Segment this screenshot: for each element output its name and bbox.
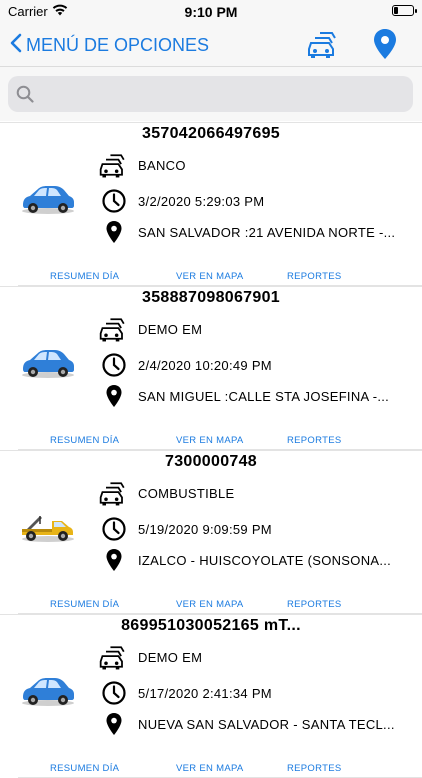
daily-summary-link[interactable]: RESUMEN DÍA bbox=[50, 435, 119, 446]
location-row: SAN SALVADOR :21 AVENIDA NORTE -... bbox=[98, 216, 395, 248]
view-on-map-link[interactable]: VER EN MAPA bbox=[176, 763, 244, 774]
reports-link[interactable]: REPORTES bbox=[287, 435, 342, 446]
location-address: IZALCO - HUISCOYOLATE (SONSONA... bbox=[138, 552, 392, 568]
datetime-row: 5/17/2020 2:41:34 PM bbox=[98, 677, 272, 709]
item-actions: RESUMEN DÍA VER EN MAPA REPORTES bbox=[0, 435, 422, 449]
location-address: SAN MIGUEL :CALLE STA JOSEFINA -... bbox=[138, 388, 390, 404]
vehicle-image bbox=[20, 673, 76, 707]
item-actions: RESUMEN DÍA VER EN MAPA REPORTES bbox=[0, 763, 422, 777]
navigation-bar: MENÚ DE OPCIONES bbox=[0, 24, 422, 67]
clock-icon bbox=[98, 349, 130, 381]
vehicle-list-item[interactable]: 7300000748 COMBUSTIBLE 5/19/2020 9:09:59… bbox=[0, 450, 422, 614]
vehicle-id: 357042066497695 bbox=[142, 125, 280, 142]
clock-icon bbox=[98, 185, 130, 217]
group-row: BANCO bbox=[98, 149, 186, 181]
vehicle-image bbox=[20, 345, 76, 379]
vehicle-id: 7300000748 bbox=[165, 453, 257, 470]
search-icon bbox=[16, 85, 34, 108]
location-pin-icon bbox=[98, 380, 130, 412]
vehicle-image bbox=[20, 181, 76, 215]
back-button-label: MENÚ DE OPCIONES bbox=[26, 34, 210, 55]
item-actions: RESUMEN DÍA VER EN MAPA REPORTES bbox=[0, 271, 422, 285]
status-bar: Carrier 9:10 PM bbox=[0, 0, 422, 24]
group-row: DEMO EM bbox=[98, 313, 202, 345]
group-row: COMBUSTIBLE bbox=[98, 477, 234, 509]
tow-truck-image bbox=[20, 509, 76, 543]
location-address: SAN SALVADOR :21 AVENIDA NORTE -... bbox=[138, 224, 396, 240]
fleet-icon[interactable] bbox=[306, 29, 342, 59]
fleet-icon bbox=[98, 477, 130, 509]
view-on-map-link[interactable]: VER EN MAPA bbox=[176, 599, 244, 610]
vehicle-id: 869951030052165 mT... bbox=[121, 617, 301, 634]
vehicle-list-item[interactable]: 358887098067901 DEMO EM 2/4/2020 10:20:4… bbox=[0, 286, 422, 450]
search-bar bbox=[0, 67, 422, 121]
vehicle-list-item[interactable]: 869951030052165 mT... DEMO EM 5/17/2020 … bbox=[0, 614, 422, 778]
daily-summary-link[interactable]: RESUMEN DÍA bbox=[50, 271, 119, 282]
location-pin-icon bbox=[98, 708, 130, 740]
back-button[interactable]: MENÚ DE OPCIONES bbox=[10, 31, 209, 59]
reports-link[interactable]: REPORTES bbox=[287, 599, 342, 610]
reports-link[interactable]: REPORTES bbox=[287, 271, 342, 282]
clock-icon bbox=[98, 677, 130, 709]
search-field[interactable] bbox=[8, 76, 413, 114]
location-pin-icon bbox=[98, 544, 130, 576]
fleet-icon bbox=[98, 641, 130, 673]
last-report-datetime: 2/4/2020 10:20:49 PM bbox=[138, 357, 272, 373]
datetime-row: 5/19/2020 9:09:59 PM bbox=[98, 513, 272, 545]
chevron-left-icon bbox=[10, 33, 22, 58]
vehicle-list: 357042066497695 BANCO 3/2/2020 5:29:03 P… bbox=[0, 122, 422, 778]
fleet-icon bbox=[98, 313, 130, 345]
last-report-datetime: 5/17/2020 2:41:34 PM bbox=[138, 685, 272, 701]
item-actions: RESUMEN DÍA VER EN MAPA REPORTES bbox=[0, 599, 422, 613]
location-row: NUEVA SAN SALVADOR - SANTA TECL... bbox=[98, 708, 395, 740]
clock-icon bbox=[98, 513, 130, 545]
reports-link[interactable]: REPORTES bbox=[287, 763, 342, 774]
clock-time: 9:10 PM bbox=[184, 4, 238, 20]
datetime-row: 3/2/2020 5:29:03 PM bbox=[98, 185, 264, 217]
location-row: IZALCO - HUISCOYOLATE (SONSONA... bbox=[98, 544, 391, 576]
location-pin-icon bbox=[98, 216, 130, 248]
view-on-map-link[interactable]: VER EN MAPA bbox=[176, 271, 244, 282]
last-report-datetime: 5/19/2020 9:09:59 PM bbox=[138, 521, 272, 537]
group-name: BANCO bbox=[138, 157, 186, 173]
group-row: DEMO EM bbox=[98, 641, 202, 673]
group-name: DEMO EM bbox=[138, 649, 203, 665]
daily-summary-link[interactable]: RESUMEN DÍA bbox=[50, 763, 119, 774]
daily-summary-link[interactable]: RESUMEN DÍA bbox=[50, 599, 119, 610]
battery-icon bbox=[392, 5, 417, 16]
fleet-icon bbox=[98, 149, 130, 181]
datetime-row: 2/4/2020 10:20:49 PM bbox=[98, 349, 272, 381]
last-report-datetime: 3/2/2020 5:29:03 PM bbox=[138, 193, 265, 209]
group-name: COMBUSTIBLE bbox=[138, 485, 235, 501]
vehicle-id: 358887098067901 bbox=[142, 289, 280, 306]
map-pin-icon[interactable] bbox=[372, 28, 398, 60]
search-input[interactable] bbox=[42, 76, 406, 114]
view-on-map-link[interactable]: VER EN MAPA bbox=[176, 435, 244, 446]
vehicle-list-item[interactable]: 357042066497695 BANCO 3/2/2020 5:29:03 P… bbox=[0, 122, 422, 286]
location-address: NUEVA SAN SALVADOR - SANTA TECL... bbox=[138, 716, 395, 732]
location-row: SAN MIGUEL :CALLE STA JOSEFINA -... bbox=[98, 380, 389, 412]
group-name: DEMO EM bbox=[138, 321, 203, 337]
